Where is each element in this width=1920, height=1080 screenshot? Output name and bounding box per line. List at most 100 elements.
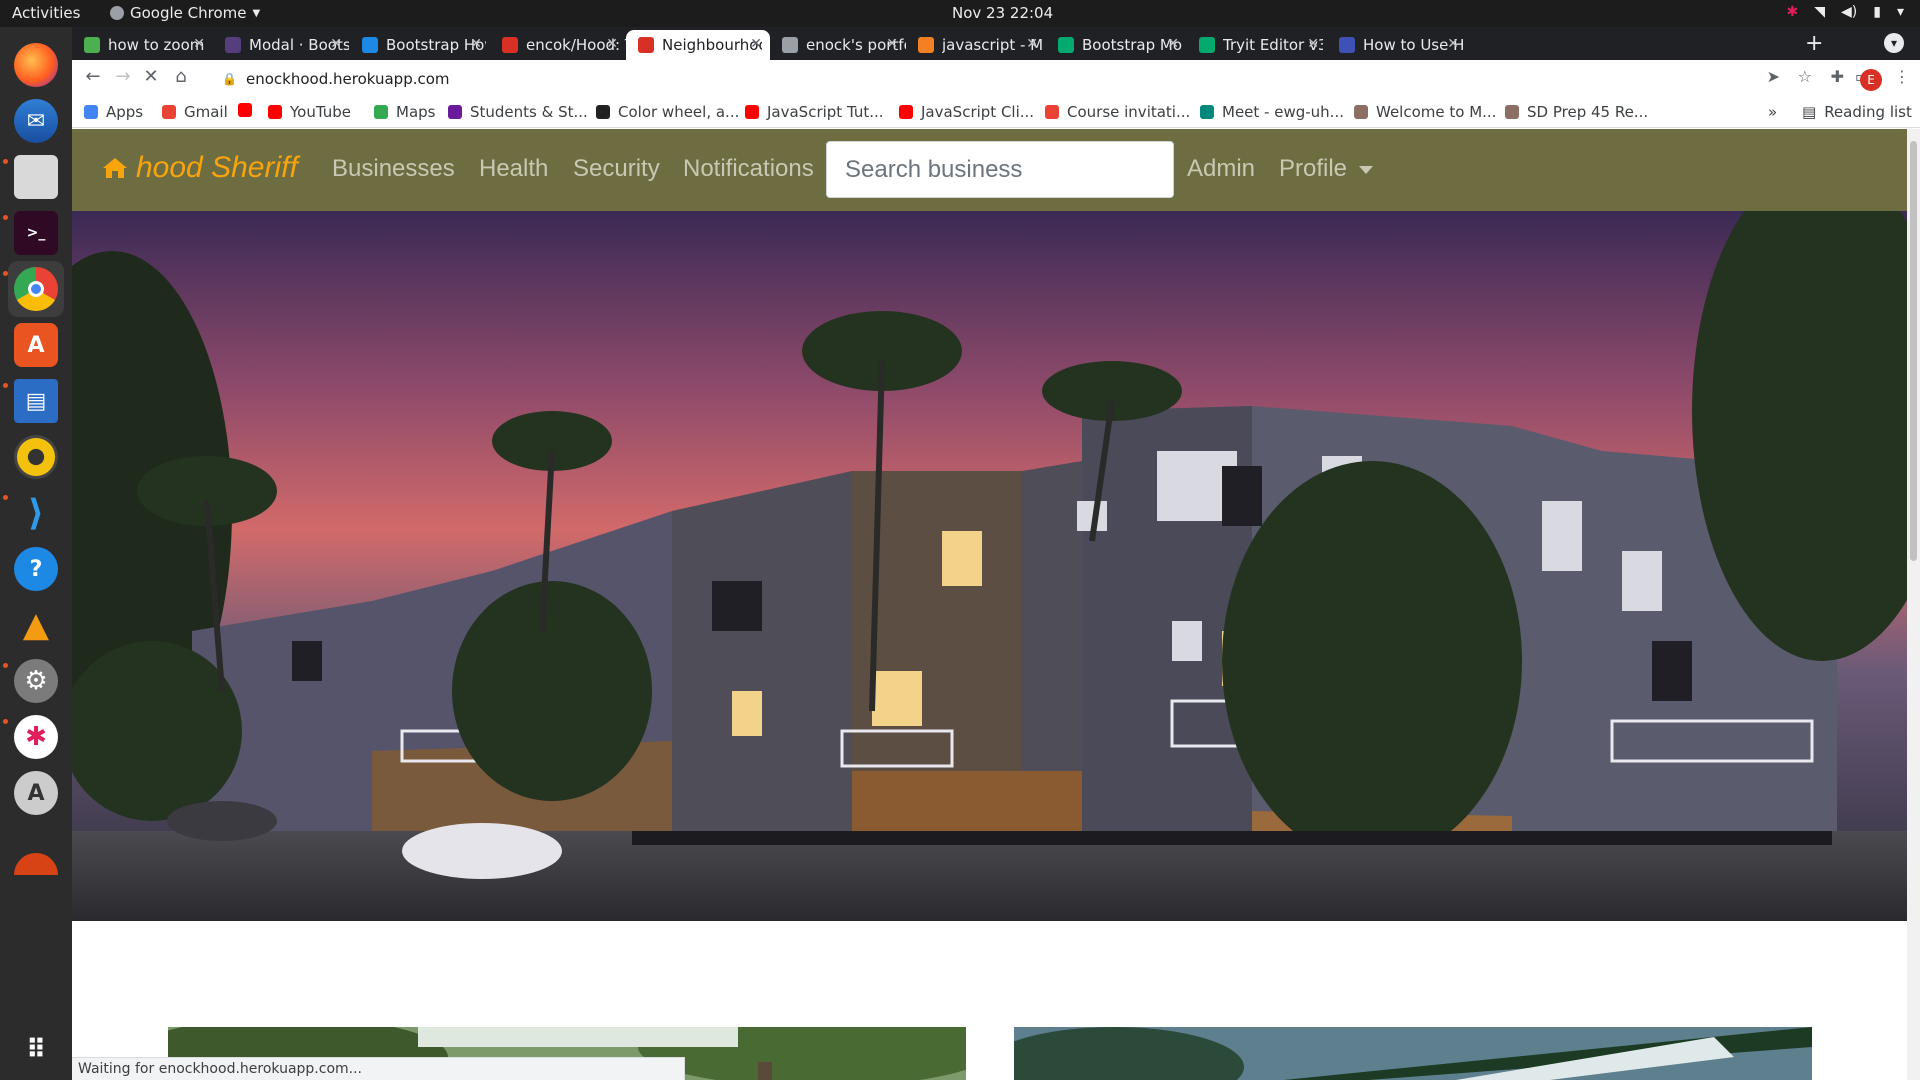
- dock-settings[interactable]: ⚙: [8, 653, 64, 709]
- bookmark-item[interactable]: Course invitati...: [1045, 103, 1190, 121]
- new-tab-button[interactable]: +: [1805, 31, 1823, 56]
- tab-close-icon[interactable]: ✕: [1447, 36, 1459, 52]
- address-bar[interactable]: 🔒 enockhood.herokuapp.com: [208, 64, 1828, 94]
- back-button[interactable]: ←: [80, 66, 106, 87]
- bookmark-item[interactable]: JavaScript Cli...: [899, 103, 1034, 121]
- battery-icon[interactable]: ▮: [1873, 4, 1881, 20]
- stop-loading-button[interactable]: ✕: [138, 66, 164, 87]
- tab-close-icon[interactable]: ✕: [886, 36, 898, 52]
- scrollbar-thumb[interactable]: [1910, 141, 1917, 561]
- home-icon: [103, 158, 127, 178]
- bookmark-star-icon[interactable]: ☆: [1798, 67, 1812, 86]
- dock-software[interactable]: A: [8, 317, 64, 373]
- bookmark-item[interactable]: SD Prep 45 Re...: [1505, 103, 1648, 121]
- nav-health[interactable]: Health: [479, 155, 548, 183]
- dock-rhythmbox[interactable]: [8, 429, 64, 485]
- bookmark-favicon-icon: [1354, 105, 1368, 119]
- browser-tab[interactable]: Neighbourhoo ✕: [626, 30, 770, 60]
- tab-close-icon[interactable]: ✕: [750, 36, 762, 52]
- power-menu-icon[interactable]: ▾: [1897, 4, 1904, 20]
- dock-updater[interactable]: A: [8, 765, 64, 821]
- browser-tab[interactable]: Bootstrap Hove✕: [350, 30, 490, 60]
- bookmark-item[interactable]: JavaScript Tut...: [745, 103, 884, 121]
- dock-files[interactable]: [8, 149, 64, 205]
- clock[interactable]: Nov 23 22:04: [952, 4, 1053, 22]
- tab-search-button[interactable]: ▾: [1884, 33, 1904, 53]
- bookmark-item[interactable]: YouTube: [268, 103, 351, 121]
- browser-tab[interactable]: Tryit Editor v3.7✕: [1187, 30, 1327, 60]
- dock-terminal[interactable]: >_: [8, 205, 64, 261]
- browser-tab[interactable]: How to Use HTM✕: [1327, 30, 1467, 60]
- bookmark-item[interactable]: Apps: [84, 103, 143, 121]
- profile-avatar[interactable]: E: [1860, 69, 1882, 91]
- tab-favicon-icon: [84, 37, 100, 53]
- bookmark-item[interactable]: Maps: [374, 103, 435, 121]
- thunderbird-icon: ✉: [14, 99, 58, 143]
- bookmark-item[interactable]: Gmail: [162, 103, 228, 121]
- url-text[interactable]: enockhood.herokuapp.com: [246, 70, 450, 88]
- bookmark-item[interactable]: Welcome to M...: [1354, 103, 1496, 121]
- nav-admin[interactable]: Admin: [1187, 155, 1255, 183]
- bookmark-favicon-icon: [268, 105, 282, 119]
- palm-leaf-photo: [1014, 1027, 1812, 1080]
- dock-vscode[interactable]: ⟩: [8, 485, 64, 541]
- bookmark-favicon-icon: [1200, 105, 1214, 119]
- app-menu-label: Google Chrome: [130, 4, 247, 22]
- browser-tab[interactable]: encok/Hood: Th✕: [490, 30, 626, 60]
- search-business-input[interactable]: [826, 141, 1174, 198]
- bookmark-item[interactable]: Students & St...: [448, 103, 588, 121]
- updater-icon: A: [14, 771, 58, 815]
- tab-close-icon[interactable]: ✕: [606, 36, 618, 52]
- show-apps-button[interactable]: ⠿: [8, 1022, 64, 1078]
- forward-button[interactable]: →: [110, 66, 136, 87]
- tab-close-icon[interactable]: ✕: [470, 36, 482, 52]
- site-brand[interactable]: hood Sheriff: [102, 151, 298, 185]
- status-bubble: Waiting for enockhood.herokuapp.com...: [72, 1057, 685, 1080]
- nav-security[interactable]: Security: [573, 155, 660, 183]
- browser-tab[interactable]: how to zoom ou✕: [72, 30, 213, 60]
- system-top-bar: Activities Google Chrome ▼ Nov 23 22:04 …: [0, 0, 1920, 27]
- tab-close-icon[interactable]: ✕: [1307, 36, 1319, 52]
- browser-tab[interactable]: Modal · Bootstr✕: [213, 30, 350, 60]
- bookmarks-overflow-chevron-icon[interactable]: »: [1768, 103, 1777, 121]
- browser-tab[interactable]: enock's portfol ✕: [770, 30, 906, 60]
- tab-close-icon[interactable]: ✕: [330, 36, 342, 52]
- nav-profile-dropdown[interactable]: Profile: [1279, 155, 1374, 183]
- dock-vlc[interactable]: ▲: [8, 597, 64, 653]
- dock-help[interactable]: ?: [8, 541, 64, 597]
- browser-tab[interactable]: javascript - Mul✕: [906, 30, 1046, 60]
- slack-tray-icon[interactable]: ✱: [1787, 4, 1799, 20]
- nav-businesses[interactable]: Businesses: [332, 155, 455, 183]
- page-scrollbar[interactable]: [1907, 129, 1920, 1080]
- browser-tab[interactable]: Bootstrap Mod ✕: [1046, 30, 1187, 60]
- bookmark-item[interactable]: [238, 103, 260, 117]
- dock-writer[interactable]: ▤: [8, 373, 64, 429]
- dock-slack[interactable]: ✱: [8, 709, 64, 765]
- activities-button[interactable]: Activities: [12, 4, 80, 22]
- app-menu[interactable]: Google Chrome ▼: [110, 4, 260, 22]
- dock-chrome[interactable]: [8, 261, 64, 317]
- reading-list-button[interactable]: ▤ Reading list: [1802, 103, 1912, 121]
- bookmark-item[interactable]: Color wheel, a...: [596, 103, 739, 121]
- extensions-puzzle-icon[interactable]: ✚: [1831, 67, 1844, 86]
- send-to-devices-icon[interactable]: ➤: [1767, 67, 1780, 86]
- card-image-right[interactable]: [1014, 1027, 1812, 1080]
- tab-close-icon[interactable]: ✕: [1026, 36, 1038, 52]
- dock-thunderbird[interactable]: ✉: [8, 93, 64, 149]
- tab-favicon-icon: [1339, 37, 1355, 53]
- dock-extra[interactable]: [8, 821, 64, 877]
- bookmark-favicon-icon: [448, 105, 462, 119]
- volume-icon[interactable]: ◀): [1841, 4, 1857, 20]
- tab-close-icon[interactable]: ✕: [193, 36, 205, 52]
- tab-favicon-icon: [362, 37, 378, 53]
- tab-close-icon[interactable]: ✕: [1167, 36, 1179, 52]
- bookmark-item[interactable]: Meet - ewg-uh...: [1200, 103, 1344, 121]
- wifi-icon[interactable]: ◥: [1814, 4, 1825, 20]
- system-tray[interactable]: ✱ ◥ ◀) ▮ ▾: [1787, 4, 1905, 20]
- chrome-menu-icon[interactable]: ⋮: [1894, 67, 1910, 86]
- home-button[interactable]: ⌂: [168, 66, 194, 87]
- dock-firefox[interactable]: [8, 37, 64, 93]
- nav-notifications[interactable]: Notifications: [683, 155, 814, 183]
- files-icon: [14, 155, 58, 199]
- tab-strip: how to zoom ou✕Modal · Bootstr✕Bootstrap…: [72, 27, 1920, 60]
